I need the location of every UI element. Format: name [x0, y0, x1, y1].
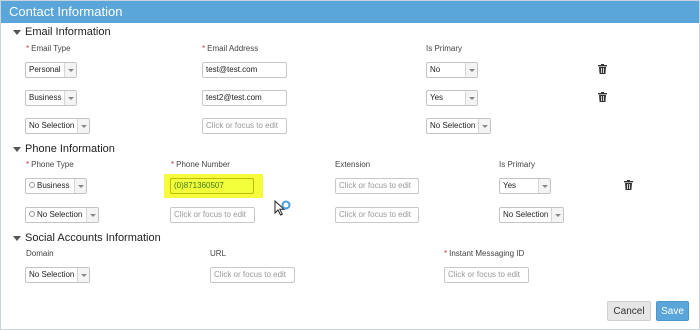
email-type-label: * Email Type: [26, 44, 71, 53]
url-label: URL: [210, 249, 227, 258]
email-type-select[interactable]: Personal: [25, 62, 77, 78]
social-section-title: Social Accounts Information: [25, 232, 161, 244]
phone-primary-label: Is Primary: [499, 160, 535, 169]
chevron-down-icon[interactable]: [551, 208, 563, 222]
dialog-title: Contact Information: [1, 1, 699, 23]
collapse-triangle-icon: [13, 147, 21, 152]
url-field[interactable]: Click or focus to edit: [210, 267, 295, 283]
chevron-down-icon[interactable]: [538, 179, 550, 193]
email-section-header[interactable]: Email Information: [13, 26, 111, 38]
search-icon: [29, 211, 35, 217]
phone-type-label: * Phone Type: [26, 160, 74, 169]
chevron-down-icon[interactable]: [64, 91, 76, 105]
phone-section-header[interactable]: Phone Information: [13, 143, 115, 155]
email-primary-label: Is Primary: [426, 44, 462, 53]
chevron-down-icon[interactable]: [465, 63, 477, 77]
chevron-down-icon[interactable]: [77, 268, 89, 282]
collapse-triangle-icon: [13, 30, 21, 35]
email-primary-select[interactable]: Yes: [426, 90, 478, 106]
phone-type-select[interactable]: No Selection: [25, 207, 99, 223]
phone-primary-select[interactable]: Yes: [499, 178, 551, 194]
im-id-field[interactable]: Click or focus to edit: [444, 267, 529, 283]
chevron-down-icon[interactable]: [77, 119, 89, 133]
phone-extension-field[interactable]: Click or focus to edit: [335, 178, 419, 194]
contact-information-dialog: Contact Information Email Information * E…: [0, 0, 700, 330]
mouse-pointer-icon: [274, 199, 294, 223]
email-address-field[interactable]: test@test.com: [202, 62, 287, 78]
delete-trash-icon[interactable]: [624, 180, 633, 190]
email-primary-select[interactable]: No: [426, 62, 478, 78]
phone-number-field[interactable]: Click or focus to edit: [170, 207, 255, 223]
chevron-down-icon[interactable]: [478, 119, 490, 133]
phone-number-field[interactable]: (0)871360507: [170, 178, 254, 194]
phone-type-select[interactable]: Business: [25, 178, 87, 194]
chevron-down-icon[interactable]: [74, 179, 86, 193]
cancel-button[interactable]: Cancel: [607, 301, 651, 321]
phone-number-label: * Phone Number: [171, 160, 230, 169]
chevron-down-icon[interactable]: [465, 91, 477, 105]
email-address-field[interactable]: test2@test.com: [202, 90, 287, 106]
phone-extension-label: Extension: [335, 160, 371, 169]
delete-trash-icon[interactable]: [598, 92, 607, 102]
phone-section-title: Phone Information: [25, 143, 115, 155]
im-id-label: * Instant Messaging ID: [444, 249, 525, 258]
phone-primary-select[interactable]: No Selection: [499, 207, 564, 223]
email-address-field[interactable]: Click or focus to edit: [202, 118, 287, 134]
email-type-select[interactable]: Business: [25, 90, 77, 106]
domain-select[interactable]: No Selection: [25, 267, 90, 283]
collapse-triangle-icon: [13, 236, 21, 241]
search-icon: [29, 182, 35, 188]
email-section-title: Email Information: [25, 26, 111, 38]
save-button[interactable]: Save: [656, 301, 689, 321]
phone-extension-field[interactable]: Click or focus to edit: [335, 207, 419, 223]
chevron-down-icon[interactable]: [86, 208, 98, 222]
email-type-select[interactable]: No Selection: [25, 118, 90, 134]
email-primary-select[interactable]: No Selection: [426, 118, 491, 134]
delete-trash-icon[interactable]: [598, 64, 607, 74]
email-address-label: * Email Address: [202, 44, 259, 53]
social-section-header[interactable]: Social Accounts Information: [13, 232, 161, 244]
chevron-down-icon[interactable]: [64, 63, 76, 77]
domain-label: Domain: [26, 249, 54, 258]
